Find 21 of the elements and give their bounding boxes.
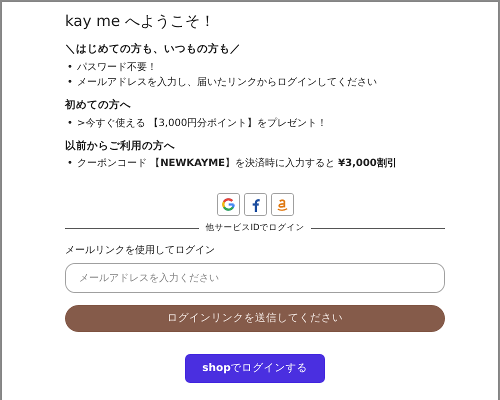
field-label: メールリンクを使用してログイン bbox=[65, 244, 216, 258]
section-heading: 以前からご利用の方へ bbox=[65, 138, 176, 154]
bullet-mark: • bbox=[66, 60, 74, 75]
bullet-mark: • bbox=[66, 116, 74, 130]
bullet-item: >今すぐ使える 【3,000円分ポイント】をプレゼント！ bbox=[77, 116, 328, 130]
bullet-item: パスワード不要！ bbox=[77, 60, 157, 75]
section-heading: ＼はじめての方も、いつもの方も／ bbox=[65, 42, 242, 57]
bullet-item: メールアドレスを入力し、届いたリンクからログインしてください bbox=[77, 76, 377, 90]
bullet-mark: • bbox=[66, 157, 74, 172]
google-icon bbox=[220, 197, 236, 212]
section-heading: 初めての方へ bbox=[65, 98, 132, 113]
shop-login-button[interactable]: shopでログインする bbox=[185, 354, 325, 383]
email-field[interactable]: メールアドレスを入力ください bbox=[65, 263, 445, 293]
send-link-button[interactable]: ログインリンクを送信してください bbox=[65, 305, 445, 332]
divider-label: 他サービスIDでログイン bbox=[204, 222, 306, 235]
facebook-login-button[interactable] bbox=[244, 193, 266, 216]
bullet-mark: • bbox=[66, 76, 74, 90]
bullet-item: クーポンコード 【NEWKAYME】を決済時に入力すると ¥3,000割引 bbox=[77, 156, 397, 172]
amazon-icon bbox=[276, 197, 288, 212]
google-login-button[interactable] bbox=[216, 193, 240, 216]
page-title: kay me へようこそ！ bbox=[65, 12, 216, 30]
